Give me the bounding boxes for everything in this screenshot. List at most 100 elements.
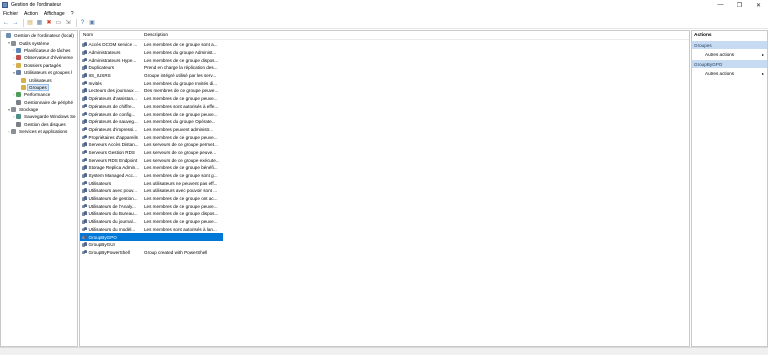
list-row[interactable]: Opérateurs de chiffre... Les membres sont… <box>80 103 223 111</box>
list-row[interactable]: Serveurs RDS Endpoint Les serveurs de ce … <box>80 156 223 164</box>
list-row[interactable]: Utilisateurs Les utilisateurs ne peuvent … <box>80 179 223 187</box>
back-arrow-icon[interactable]: ← <box>2 19 10 27</box>
list-row[interactable]: Administrateurs Les membres du groupe Adm… <box>80 49 223 57</box>
actions-header: Actions <box>694 33 712 38</box>
group-icon <box>82 142 87 147</box>
list-row[interactable]: IIS_IUSRS Groupe intégré utilisé par les … <box>80 72 223 80</box>
toolbar-separator <box>75 19 77 27</box>
list-row[interactable]: Opérateurs de sauveg... Les membres du gr… <box>80 118 223 126</box>
group-description: Groupe intégré utilisé par les serv... <box>144 73 217 79</box>
tree-node[interactable]: › Dossiers partagés <box>1 62 77 69</box>
group-name: Utilisateurs du journal... <box>88 219 137 225</box>
list-row[interactable]: Serveurs Accès Distan... Les serveurs de … <box>80 141 223 149</box>
group-description: Les membres de ce groupe sont a... <box>144 42 218 48</box>
cell-name: Accès DCOM service ... <box>80 42 142 47</box>
group-description: Les membres de ce groupe peuve... <box>144 219 218 225</box>
group-icon <box>82 219 87 224</box>
cell-name: Opérateurs d'impressi... <box>80 126 142 132</box>
tree-node-label: Performance <box>24 92 51 98</box>
tree-node[interactable]: Gestion des disques <box>1 121 77 128</box>
tree-node[interactable]: Groupes <box>1 83 77 91</box>
group-icon <box>82 80 87 86</box>
group-icon <box>82 50 87 55</box>
tree-node[interactable]: › Planificateur de tâches <box>1 47 77 54</box>
tree-node[interactable]: Gestion de l'ordinateur (local) <box>1 32 77 39</box>
tree-node-label: Utilisateurs et groupes l <box>24 70 73 76</box>
list-row[interactable]: Administrateurs Hype... Les membres de ce… <box>80 56 223 64</box>
tree-node-label: Gestion des disques <box>24 121 66 127</box>
list-rows: Accès DCOM service ... Les membres de ce … <box>80 40 689 256</box>
action-more-actions[interactable]: Autres actions ▸ <box>692 68 767 78</box>
cell-name: Opérateurs de chiffre... <box>80 103 142 109</box>
column-header-name[interactable]: Nom <box>80 33 142 38</box>
list-row[interactable]: Utilisateurs de l'Analy... Les membres de… <box>80 202 223 210</box>
group-icon <box>82 111 87 117</box>
tree-node[interactable]: ▾ Outils système <box>1 39 77 46</box>
tree-node[interactable]: Utilisateurs <box>1 76 77 83</box>
forward-arrow-icon[interactable]: → <box>12 19 20 27</box>
menu-help[interactable]: ? <box>71 11 74 17</box>
group-name: Storage Replica Admin... <box>88 165 140 171</box>
list-row[interactable]: Utilisateurs avec pouv... Les utilisateur… <box>80 187 223 195</box>
minimize-button[interactable]: — <box>711 0 730 10</box>
list-row[interactable]: Accès DCOM service ... Les membres de ce … <box>80 41 223 49</box>
delete-icon[interactable]: ✖ <box>45 19 53 27</box>
tree-node-icon <box>11 129 16 135</box>
toolbar-separator <box>23 19 24 27</box>
cell-name: GroupByGPO <box>80 234 142 240</box>
maximize-button[interactable]: ❐ <box>730 0 749 10</box>
action-more-actions[interactable]: Autres actions ▸ <box>692 49 767 59</box>
tree-node-icon <box>16 99 21 105</box>
menu-affichage[interactable]: Affichage <box>44 11 65 17</box>
list-row[interactable]: Opérateurs d'assistan... Les membres de c… <box>80 95 223 103</box>
list-row[interactable]: Utilisateurs de gestion... Les membres de… <box>80 195 223 203</box>
menu-fichier[interactable]: Fichier <box>3 11 18 17</box>
list-row[interactable]: System Managed Acc... Les membres de ce g… <box>80 172 223 180</box>
close-button[interactable]: ✕ <box>749 0 768 10</box>
tree-node[interactable]: ▾ Utilisateurs et groupes l <box>1 69 77 76</box>
cell-name: Storage Replica Admin... <box>80 165 142 170</box>
list-row[interactable]: Lecteurs des journaux ... Des membres de … <box>80 87 223 95</box>
new-window-icon[interactable]: ▣ <box>88 19 96 27</box>
list-row[interactable]: Duplicateurs Prend en charge la réplicati… <box>80 64 223 72</box>
list-row[interactable]: Storage Replica Admin... Les membres de c… <box>80 164 223 172</box>
actions-section-header[interactable]: GroupByGPO <box>692 60 767 68</box>
list-row[interactable]: Utilisateurs du journal... Les membres de… <box>80 218 223 226</box>
group-description: Les membres de ce groupe dispos... <box>144 57 219 63</box>
help-icon[interactable]: ? <box>79 19 87 27</box>
list-row[interactable]: Opérateurs d'impressi... Les membres peuv… <box>80 126 223 134</box>
tree-node-icon <box>16 55 21 61</box>
properties-icon[interactable]: ▭ <box>55 19 63 27</box>
export-icon[interactable]: ⇲ <box>64 19 72 27</box>
tree-node-icon <box>21 77 26 83</box>
list-row[interactable]: Utilisateurs du Bureau... Les membres de … <box>80 210 223 218</box>
console-tree-icon[interactable]: ▦ <box>36 19 44 27</box>
tree-node-label: Sauvegarde Windows Se <box>24 114 76 120</box>
list-row[interactable]: Utilisateurs du modèl... Les membres sont… <box>80 226 223 234</box>
list-row[interactable]: Invités Les membres du groupe Invités di.… <box>80 79 223 87</box>
menu-action[interactable]: Action <box>24 11 38 17</box>
list-row[interactable]: Opérateurs de config... Les membres de ce… <box>80 110 223 118</box>
group-icon <box>82 211 87 216</box>
tree-node[interactable]: Gestionnaire de périphé <box>1 99 77 106</box>
group-icon <box>82 249 87 255</box>
group-name: Serveurs Accès Distan... <box>88 142 139 148</box>
column-header-description[interactable]: Description <box>142 33 222 38</box>
list-row[interactable]: Serveurs Gestion RDS Les serveurs de ce g… <box>80 149 223 157</box>
list-row[interactable]: GroupByGPO <box>80 233 223 241</box>
folder-icon[interactable]: ▤ <box>26 19 34 27</box>
group-name: GroupByGUI <box>88 242 115 248</box>
console-tree: Gestion de l'ordinateur (local) ▾ Outils s… <box>0 30 78 347</box>
group-name: Administrateurs <box>88 50 121 56</box>
list-row[interactable]: Propriétaires d'appareils Les membres de … <box>80 133 223 141</box>
group-name: Utilisateurs <box>88 180 112 186</box>
actions-section-header[interactable]: Groupes <box>692 41 767 49</box>
tree-node[interactable]: › Services et applications <box>1 128 77 135</box>
cell-name: Duplicateurs <box>80 65 142 70</box>
tree-node[interactable]: › Observateur d'événeme <box>1 54 77 61</box>
tree-node[interactable]: ▾ Stockage <box>1 106 77 113</box>
tree-node[interactable]: › Performance <box>1 91 77 98</box>
tree-node[interactable]: › Sauvegarde Windows Se <box>1 113 77 120</box>
list-row[interactable]: GroupByPowerShell Group created with Powe… <box>80 249 223 257</box>
list-row[interactable]: GroupByGUI <box>80 241 223 249</box>
